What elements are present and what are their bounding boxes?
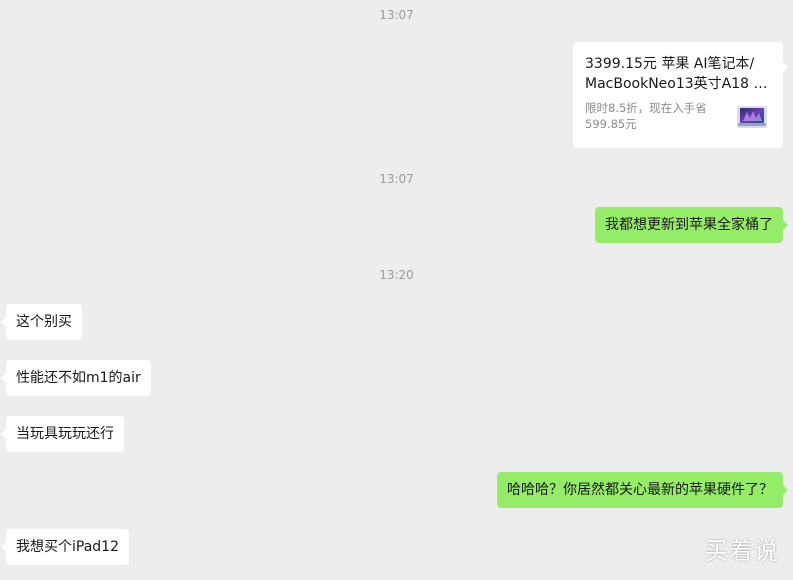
timestamp: 13:07 [379, 172, 414, 186]
received-message[interactable]: 这个别买 [1, 304, 82, 340]
product-card[interactable]: 3399.15元 苹果 AI笔记本/ MacBookNeo13英寸A18 P..… [573, 42, 788, 148]
product-card-title-line2: MacBookNeo13英寸A18 P... [585, 76, 771, 92]
product-card-title-line1: 3399.15元 苹果 AI笔记本/ [585, 56, 755, 72]
product-card-title: 3399.15元 苹果 AI笔记本/ MacBookNeo13英寸A18 P..… [585, 54, 771, 94]
watermark-logo: 买着说 [704, 537, 779, 565]
received-message[interactable]: 我想买个iPad12 [1, 529, 129, 565]
timestamp: 13:20 [379, 268, 414, 282]
sent-message[interactable]: 我都想更新到苹果全家桶了 [595, 207, 788, 243]
sent-message[interactable]: 哈哈哈？你居然都关心最新的苹果硬件了？ [497, 472, 788, 508]
received-message[interactable]: 性能还不如m1的air [1, 360, 151, 396]
product-card-subtitle: 限时8.5折，现在入手省599.85元 [585, 101, 707, 131]
timestamp: 13:07 [379, 8, 414, 22]
received-message[interactable]: 当玩具玩玩还行 [1, 416, 124, 452]
laptop-product-icon [737, 106, 767, 128]
